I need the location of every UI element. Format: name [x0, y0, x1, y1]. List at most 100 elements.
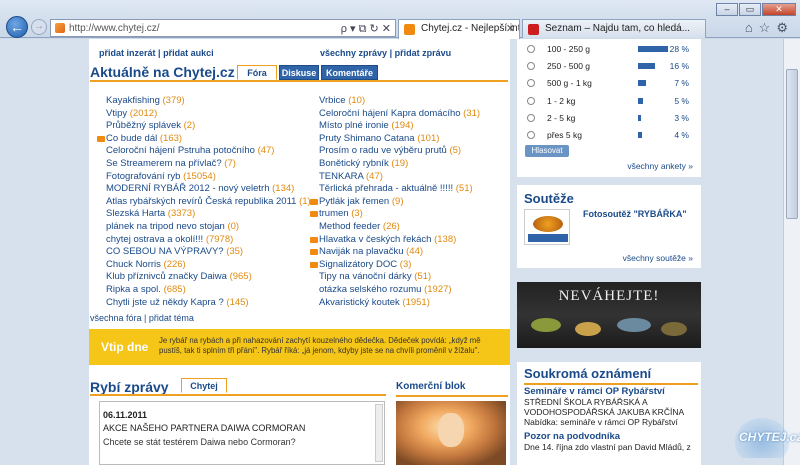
forum-item[interactable]: Těrlická přehrada - aktuálně !!!!! (51) [319, 183, 480, 196]
forum-item[interactable]: CO SEBOU NA VÝPRAVY? (35) [106, 246, 311, 259]
close-window-button[interactable]: ✕ [762, 3, 796, 16]
forum-link[interactable]: Celoroční hájení Pstruha potočního [106, 145, 255, 156]
private-ad-item[interactable]: Pozor na podvodníka Dne 14. října zdo vl… [524, 432, 700, 453]
soutez-item-link[interactable]: Fotosoutěž "RYBÁŘKA" [583, 209, 687, 219]
forum-item[interactable]: Bonětický rybník (19) [319, 158, 480, 171]
news-headline[interactable]: AKCE NAŠEHO PARTNERA DAIWA CORMORAN [103, 423, 305, 433]
add-ad-link[interactable]: přidat inzerát [99, 48, 156, 58]
forward-button[interactable]: → [31, 19, 47, 35]
forum-link[interactable]: Atlas rybářských revírů Česká republika … [106, 196, 296, 207]
browser-tool-icons[interactable]: ⌂☆⚙ [745, 20, 794, 36]
forum-link[interactable]: Pytlák jak řemen [319, 196, 389, 207]
poll-option[interactable]: 2 - 5 kg 3 % [527, 113, 697, 125]
forum-item[interactable]: otázka selského rozumu (1927) [319, 284, 480, 297]
poll-radio[interactable] [527, 79, 535, 88]
forum-item[interactable]: Pytlák jak řemen (9) [310, 196, 480, 209]
tab-seznam[interactable]: Seznam – Najdu tam, co hledá... [522, 19, 706, 38]
forum-item[interactable]: Celoroční hájení Kapra domácího (31) [319, 108, 480, 121]
ad-headline[interactable]: Semináře v rámci OP Rybářství [524, 387, 700, 397]
forum-link[interactable]: MODERNÍ RYBÁŘ 2012 - nový veletrh [106, 183, 270, 194]
forum-link[interactable]: trumen [319, 208, 349, 219]
forum-item[interactable]: Signalizátory DOC (3) [310, 259, 480, 272]
forum-item[interactable]: Vrbice (10) [319, 95, 480, 108]
minimize-button[interactable]: – [716, 3, 738, 16]
soutez-thumbnail[interactable] [524, 209, 570, 245]
forum-link[interactable]: Se Streamerem na přívlač? [106, 158, 222, 169]
poll-radio[interactable] [527, 62, 535, 71]
forum-link[interactable]: Akvaristický koutek [319, 297, 400, 308]
forum-item[interactable]: Slezská Harta (3373) [106, 208, 311, 221]
address-bar[interactable]: http://www.chytej.cz/ ρ ▾ ⧉ ↻ ✕ [50, 19, 396, 37]
nevahejte-banner[interactable]: NEVÁHEJTE! [517, 282, 701, 348]
forum-item[interactable]: Prosím o radu ve výběru prutů (5) [319, 145, 480, 158]
forum-link[interactable]: otázka selského rozumu [319, 284, 421, 295]
forum-link[interactable]: Chuck Norris [106, 259, 161, 270]
address-tools-icons[interactable]: ρ ▾ ⧉ ↻ ✕ [341, 22, 391, 36]
forum-link[interactable]: Celoroční hájení Kapra domácího [319, 108, 461, 119]
tab-chytej[interactable]: Chytej.cz - Nejlepší internet... ✕ [398, 19, 520, 39]
forum-link[interactable]: Slezská Harta [106, 208, 165, 219]
forum-item[interactable]: Method feeder (26) [319, 221, 480, 234]
forum-item[interactable]: Naviják na plavačku (44) [310, 246, 480, 259]
close-tab-icon[interactable]: ✕ [506, 22, 515, 35]
forum-item[interactable]: Chuck Norris (226) [106, 259, 311, 272]
all-contests-link[interactable]: všechny soutěže » [623, 253, 693, 263]
tab-chytej-news[interactable]: Chytej [181, 378, 227, 393]
forum-item[interactable]: TENKARA (47) [319, 171, 480, 184]
forum-link[interactable]: Těrlická přehrada - aktuálně !!!!! [319, 183, 453, 194]
forum-link[interactable]: Signalizátory DOC [319, 259, 397, 270]
tab-komentare[interactable]: Komentáře [321, 65, 378, 80]
poll-radio[interactable] [527, 45, 535, 53]
forum-link[interactable]: CO SEBOU NA VÝPRAVY? [106, 246, 224, 257]
forum-item[interactable]: Fotografování ryb (15054) [106, 171, 311, 184]
add-topic-link[interactable]: přidat téma [149, 313, 194, 323]
poll-option[interactable]: 500 g - 1 kg 7 % [527, 78, 697, 90]
forum-link[interactable]: plánek na tripod nevo stojan [106, 221, 225, 232]
forum-link[interactable]: Tipy na vánoční dárky [319, 271, 412, 282]
ad-headline[interactable]: Pozor na podvodníka [524, 432, 700, 442]
forum-link[interactable]: TENKARA [319, 171, 363, 182]
forum-link[interactable]: Vrbice [319, 95, 346, 106]
forum-link[interactable]: Pruty Shimano Catana [319, 133, 415, 144]
back-button[interactable]: ← [6, 16, 28, 38]
forum-link[interactable]: Naviják na plavačku [319, 246, 404, 257]
add-news-link[interactable]: přidat zprávu [395, 48, 452, 58]
poll-option[interactable]: 250 - 500 g 16 % [527, 61, 697, 73]
forum-link[interactable]: Vtipy [106, 108, 127, 119]
forum-item[interactable]: Celoroční hájení Pstruha potočního (47) [106, 145, 311, 158]
forum-item[interactable]: Atlas rybářských revírů Česká republika … [106, 196, 311, 209]
forum-link[interactable]: Ripka a spol. [106, 284, 161, 295]
all-news-link[interactable]: všechny zprávy [320, 48, 387, 58]
tab-fora[interactable]: Fóra [237, 65, 277, 80]
forum-link[interactable]: Místo plné ironie [319, 120, 389, 131]
forum-item[interactable]: MODERNÍ RYBÁŘ 2012 - nový veletrh (134) [106, 183, 311, 196]
poll-option[interactable]: přes 5 kg 4 % [527, 130, 697, 142]
forum-item[interactable]: Klub příznivců značky Daiwa (965) [106, 271, 311, 284]
scrollbar-thumb[interactable] [786, 69, 798, 219]
forum-item[interactable]: Vtipy (2012) [106, 108, 311, 121]
forum-item[interactable]: Ripka a spol. (685) [106, 284, 311, 297]
forum-link[interactable]: Kayakfishing [106, 95, 160, 106]
forum-link[interactable]: Prosím o radu ve výběru prutů [319, 145, 447, 156]
forum-item[interactable]: Kayakfishing (379) [106, 95, 311, 108]
forum-link[interactable]: Fotografování ryb [106, 171, 180, 182]
forum-link[interactable]: Chytli jste už někdy Kapra ? [106, 297, 224, 308]
poll-option[interactable]: 100 - 250 g 28 % [527, 44, 697, 56]
poll-option[interactable]: 1 - 2 kg 5 % [527, 96, 697, 108]
commercial-photo[interactable] [396, 401, 506, 465]
forum-item[interactable]: Místo plné ironie (194) [319, 120, 480, 133]
poll-radio[interactable] [527, 113, 535, 122]
forum-item[interactable]: chytej ostrava a okolí!!! (7978) [106, 234, 311, 247]
forum-link[interactable]: Klub příznivců značky Daiwa [106, 271, 227, 282]
forum-item[interactable]: Hlavatka v českých řekách (138) [310, 234, 480, 247]
forum-item[interactable]: Akvaristický koutek (1951) [319, 297, 480, 310]
forum-link[interactable]: Hlavatka v českých řekách [319, 234, 431, 245]
forum-item[interactable]: Pruty Shimano Catana (101) [319, 133, 480, 146]
forum-link[interactable]: Method feeder [319, 221, 380, 232]
forum-item[interactable]: Co bude dál (163) [97, 133, 311, 146]
all-polls-link[interactable]: všechny ankety » [627, 161, 693, 171]
private-ad-item[interactable]: Semináře v rámci OP Rybářství STŘEDNÍ ŠK… [524, 387, 700, 428]
forum-link[interactable]: Co bude dál [106, 133, 157, 144]
forum-link[interactable]: Průběžný splávek [106, 120, 181, 131]
forum-link[interactable]: Bonětický rybník [319, 158, 389, 169]
